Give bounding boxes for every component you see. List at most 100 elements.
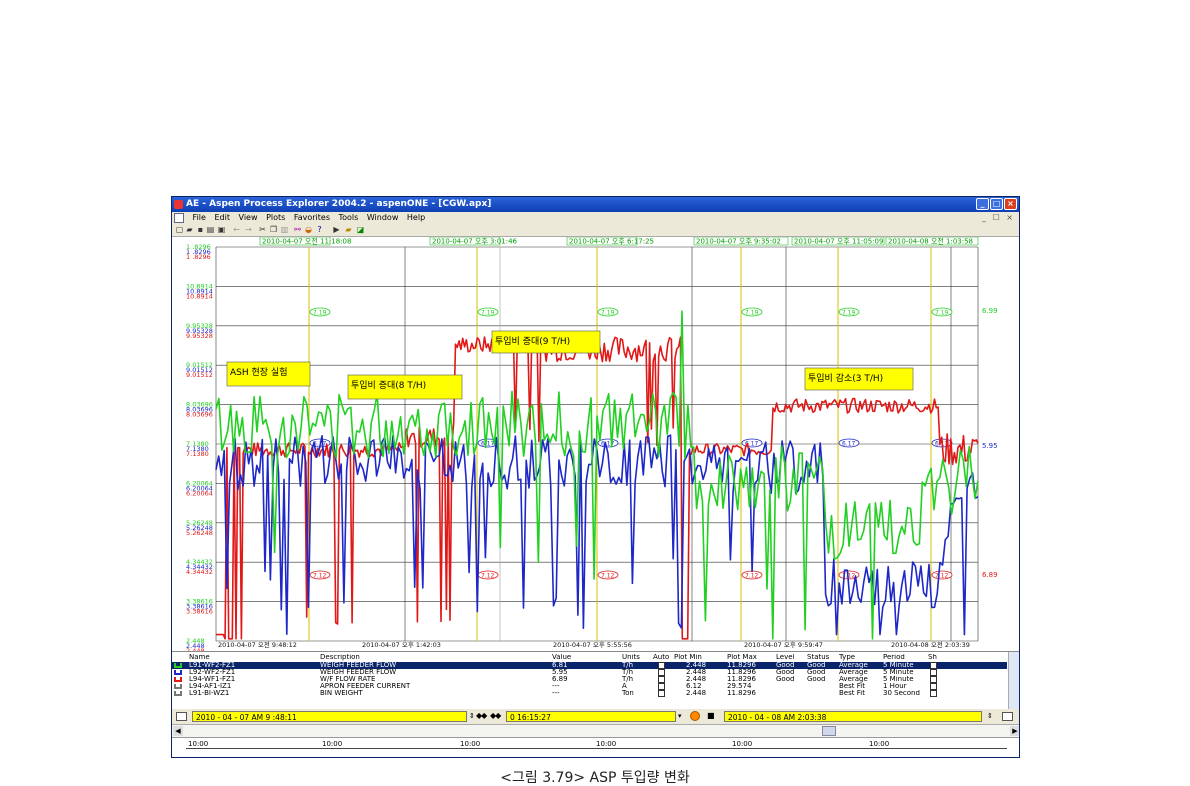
trend-chart[interactable]: 2010-04-07 오전 11:18:08 2010-04-07 오후 3:01… bbox=[172, 237, 1020, 651]
col-type[interactable]: Type bbox=[839, 654, 855, 661]
col-show[interactable]: Sh bbox=[928, 654, 937, 661]
print-icon[interactable]: ▤ bbox=[206, 225, 215, 234]
legend-row[interactable]: L94-WF1-FZ1 W/F FLOW RATE 6.89 T/h 2.448 11.8… bbox=[172, 676, 1007, 683]
col-description[interactable]: Description bbox=[320, 654, 360, 661]
document-window-controls[interactable]: _ ☐ × bbox=[982, 212, 1015, 223]
maximize-button[interactable]: □ bbox=[990, 198, 1003, 210]
trend-plot[interactable]: 2010-04-07 오전 11:18:08 2010-04-07 오후 3:01… bbox=[172, 237, 1020, 651]
legend-cell-units: T/h bbox=[622, 676, 634, 683]
back-icon[interactable]: ← bbox=[232, 225, 241, 234]
trend-color-swatch[interactable] bbox=[174, 684, 182, 689]
legend-scrollbar[interactable] bbox=[1008, 652, 1019, 710]
legend-cell-max: 29.574 bbox=[727, 683, 752, 690]
legend-row[interactable]: L91-WF2-FZ1 WEIGH FEEDER FLOW 6.81 T/h 2.448… bbox=[172, 662, 1007, 669]
menu-file[interactable]: File bbox=[193, 212, 206, 223]
trend-color-swatch[interactable] bbox=[174, 691, 182, 696]
end-spin-icon[interactable]: ⇕ bbox=[987, 712, 993, 720]
paste-icon[interactable]: ▥ bbox=[280, 225, 289, 234]
minimize-button[interactable]: _ bbox=[976, 198, 989, 210]
open-icon[interactable]: ▰ bbox=[185, 225, 194, 234]
col-status[interactable]: Status bbox=[807, 654, 829, 661]
menu-favorites[interactable]: Favorites bbox=[294, 212, 330, 223]
legend-cell-description: WEIGH FEEDER FLOW bbox=[320, 669, 397, 676]
auto-scale-checkbox[interactable] bbox=[658, 662, 665, 669]
show-checkbox[interactable] bbox=[930, 690, 937, 697]
trend-color-swatch[interactable] bbox=[174, 663, 182, 668]
save-icon[interactable]: ▪ bbox=[196, 225, 205, 234]
start-time-field[interactable]: 2010 - 04 - 07 AM 9 :48:11 bbox=[192, 711, 467, 722]
menu-view[interactable]: View bbox=[239, 212, 258, 223]
chart-icon[interactable]: ◪ bbox=[356, 225, 365, 234]
duration-field[interactable]: 0 16:15:27 bbox=[506, 711, 676, 722]
binoculars-icon[interactable]: ⚯ bbox=[293, 225, 302, 234]
end-calendar-icon[interactable] bbox=[1002, 712, 1013, 721]
y-axis-label: 1 .8296 bbox=[186, 253, 211, 261]
copy-icon[interactable]: ❐ bbox=[269, 225, 278, 234]
cut-icon[interactable]: ✂ bbox=[258, 225, 267, 234]
auto-scale-checkbox[interactable] bbox=[658, 669, 665, 676]
trend-color-swatch[interactable] bbox=[174, 677, 182, 682]
step-back-icon[interactable]: ◆◆ bbox=[476, 711, 487, 720]
menu-tools[interactable]: Tools bbox=[339, 212, 359, 223]
menu-window[interactable]: Window bbox=[367, 212, 399, 223]
auto-scale-checkbox[interactable] bbox=[658, 676, 665, 683]
legend-row[interactable]: L92-WF2-FZ1 WEIGH FEEDER FLOW 5.95 T/h 2.448… bbox=[172, 669, 1007, 676]
show-checkbox[interactable] bbox=[930, 676, 937, 683]
folder-icon[interactable]: ▰ bbox=[344, 225, 353, 234]
palette-icon[interactable]: ◒ bbox=[304, 225, 313, 234]
time-ruler[interactable]: 10:00 10:00 10:00 10:00 10:00 10:00 bbox=[172, 737, 1019, 757]
legend-cell-type: Average bbox=[839, 676, 868, 683]
new-icon[interactable]: ▢ bbox=[175, 225, 184, 234]
show-checkbox[interactable] bbox=[930, 662, 937, 669]
legend-cell-status: Good bbox=[807, 669, 826, 676]
col-period[interactable]: Period bbox=[883, 654, 905, 661]
auto-scale-checkbox[interactable] bbox=[658, 690, 665, 697]
col-units[interactable]: Units bbox=[622, 654, 640, 661]
show-checkbox[interactable] bbox=[930, 669, 937, 676]
calendar-icon[interactable] bbox=[176, 712, 187, 721]
print-preview-icon[interactable]: ▣ bbox=[217, 225, 226, 234]
horizontal-scrollbar[interactable]: ◀ ▶ bbox=[172, 724, 1019, 738]
col-plot-min[interactable]: Plot Min bbox=[674, 654, 702, 661]
scroll-left-icon[interactable]: ◀ bbox=[173, 726, 183, 736]
help-icon[interactable]: ? bbox=[315, 225, 324, 234]
menu-plots[interactable]: Plots bbox=[266, 212, 285, 223]
legend-row[interactable]: L94-AF1-IZ1 APRON FEEDER CURRENT --- A 6.12 2… bbox=[172, 683, 1007, 690]
legend-cell-name: L94-AF1-IZ1 bbox=[189, 683, 232, 690]
legend-cell-value: 6.89 bbox=[552, 676, 568, 683]
col-plot-max[interactable]: Plot Max bbox=[727, 654, 757, 661]
annotation-label: 투입비 증대(9 T/H) bbox=[495, 335, 570, 347]
forward-icon[interactable]: → bbox=[244, 225, 253, 234]
document-icon[interactable] bbox=[174, 212, 184, 223]
col-name[interactable]: Name bbox=[189, 654, 210, 661]
menu-help[interactable]: Help bbox=[407, 212, 425, 223]
right-value-green: 6.99 bbox=[982, 307, 998, 315]
legend-cell-period: 1 Hour bbox=[883, 683, 907, 690]
step-forward-icon[interactable]: ◆◆ bbox=[490, 711, 501, 720]
close-button[interactable]: × bbox=[1004, 198, 1017, 210]
duration-dropdown-icon[interactable]: ▾ bbox=[678, 712, 682, 720]
col-level[interactable]: Level bbox=[776, 654, 794, 661]
spin-icon[interactable]: ⇕ bbox=[469, 712, 475, 720]
legend-row[interactable]: L91-BI-WZ1 BIN WEIGHT --- Ton 2.448 11.8296 Be… bbox=[172, 690, 1007, 697]
bottom-timestamp: 2010-04-07 오후 9:59:47 bbox=[744, 641, 823, 649]
title-bar[interactable]: AE - Aspen Process Explorer 2004.2 - asp… bbox=[172, 197, 1019, 212]
scroll-right-icon[interactable]: ▶ bbox=[1010, 726, 1019, 736]
play-icon[interactable]: ▶ bbox=[332, 225, 341, 234]
scroll-thumb[interactable] bbox=[822, 726, 836, 736]
end-time-field[interactable]: 2010 - 04 - 08 AM 2:03:38 bbox=[724, 711, 982, 722]
menu-bar: File Edit View Plots Favorites Tools Win… bbox=[172, 212, 1019, 223]
ruler-label: 10:00 bbox=[460, 740, 481, 748]
stop-icon[interactable]: ■ bbox=[707, 711, 715, 720]
col-auto[interactable]: Auto bbox=[653, 654, 669, 661]
show-checkbox[interactable] bbox=[930, 683, 937, 690]
live-mode-icon[interactable] bbox=[690, 711, 700, 721]
col-value[interactable]: Value bbox=[552, 654, 571, 661]
y-axis-label: 8.03696 bbox=[186, 411, 213, 419]
trend-color-swatch[interactable] bbox=[174, 670, 182, 675]
legend-cell-name: L91-BI-WZ1 bbox=[189, 690, 230, 697]
auto-scale-checkbox[interactable] bbox=[658, 683, 665, 690]
ruler-label: 10:00 bbox=[322, 740, 343, 748]
menu-edit[interactable]: Edit bbox=[214, 212, 230, 223]
cursor-value-label: 7.12 bbox=[601, 573, 615, 580]
